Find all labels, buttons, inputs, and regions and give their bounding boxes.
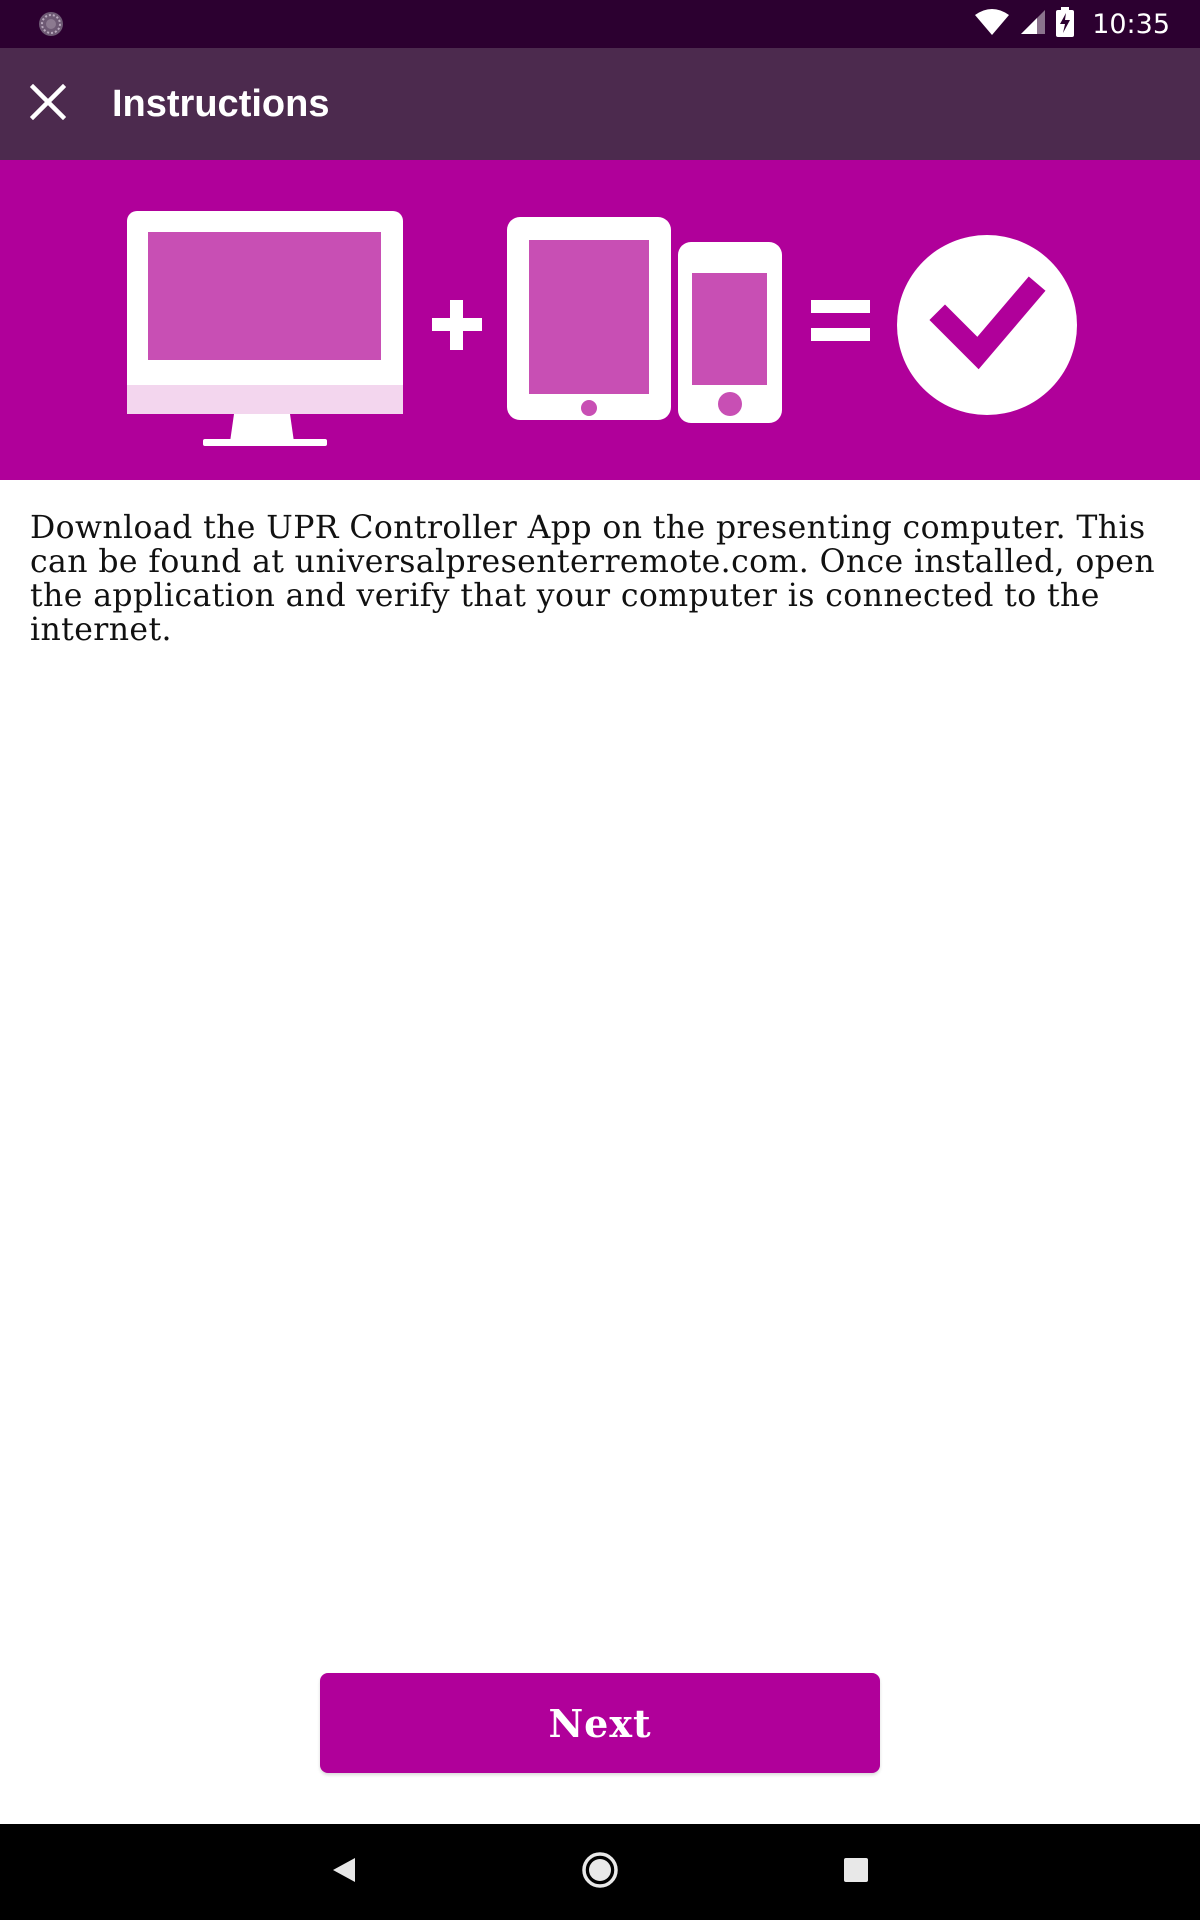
system-nav-bar [0,1824,1200,1920]
monitor-icon [127,211,403,446]
back-icon [331,1856,357,1888]
signal-icon [1020,8,1046,40]
tablet-icon [507,217,671,420]
plus-icon [432,300,482,350]
app-bar: Instructions [0,48,1200,160]
status-indicators: 10:35 [974,0,1170,48]
home-icon [581,1851,619,1893]
check-circle-icon [897,235,1077,415]
phone-icon [678,242,782,423]
back-button[interactable] [314,1842,374,1902]
page-title: Instructions [112,83,330,125]
battery-charging-icon [1056,7,1075,41]
status-time: 10:35 [1092,8,1170,40]
instruction-text: Download the UPR Controller App on the p… [30,510,1156,648]
next-button[interactable]: Next [320,1673,880,1773]
home-button[interactable] [570,1842,630,1902]
recents-button[interactable] [826,1842,886,1902]
wifi-icon [974,8,1010,40]
equals-icon [811,300,870,341]
status-bar: 10:35 [0,0,1200,48]
loading-icon [38,11,64,37]
instructions-banner [0,160,1200,480]
instructions-screen: 10:35 Instructions Download the UPR Cont… [0,0,1200,1920]
close-button[interactable] [14,70,82,138]
close-icon [29,83,67,124]
recents-icon [843,1857,869,1887]
